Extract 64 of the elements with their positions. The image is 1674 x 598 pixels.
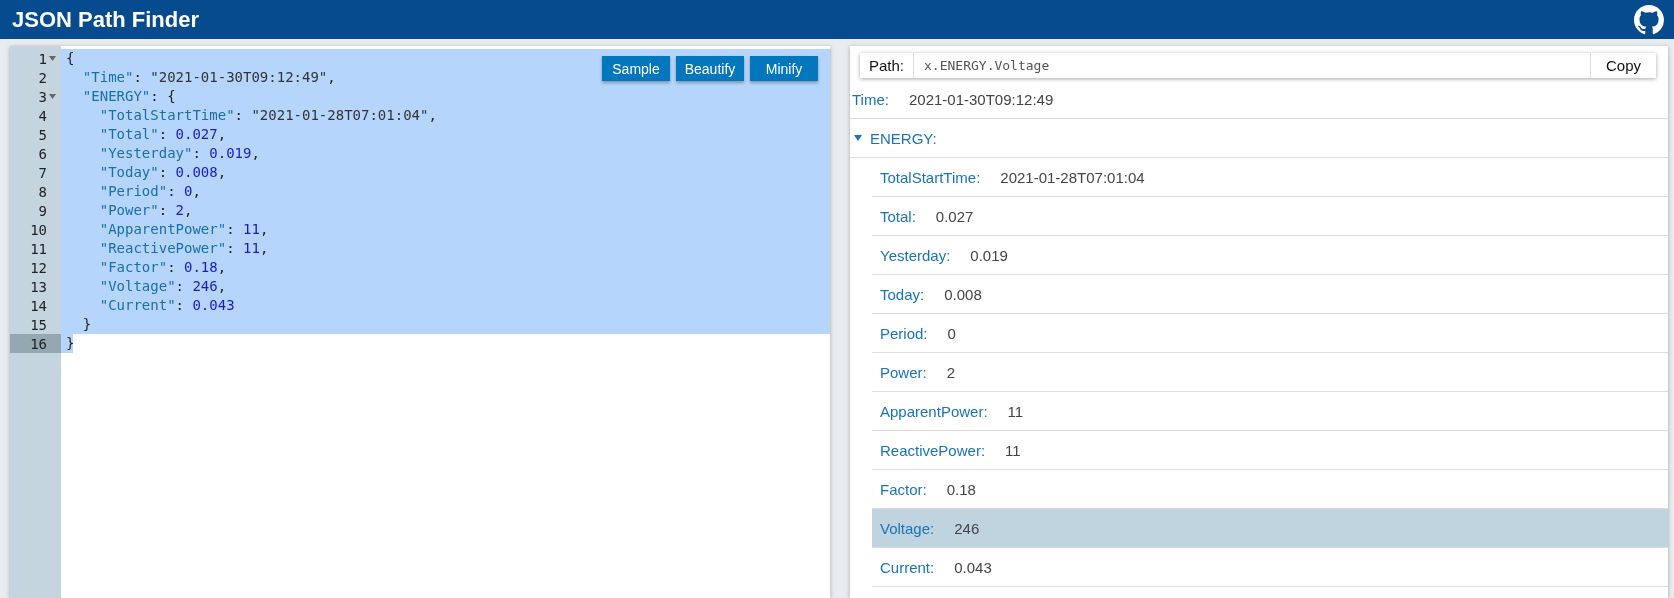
tree-key: Power: bbox=[878, 363, 927, 381]
line-number: 9 bbox=[38, 202, 47, 219]
line-number: 10 bbox=[30, 221, 47, 238]
tree-row[interactable]: ReactivePower: 11 bbox=[872, 431, 1668, 470]
line-number: 3 bbox=[38, 88, 47, 105]
line-number: 14 bbox=[30, 297, 47, 314]
line-number: 8 bbox=[38, 183, 47, 200]
tree-value: 0 bbox=[947, 324, 956, 342]
tree-value: 2021-01-30T09:12:49 bbox=[908, 90, 1054, 108]
tree-key: ReactivePower: bbox=[878, 441, 986, 459]
tree-value: 246 bbox=[954, 519, 980, 537]
tree-key: Voltage: bbox=[878, 519, 935, 537]
line-number: 11 bbox=[30, 240, 47, 257]
line-number: 1 bbox=[38, 50, 47, 67]
line-number: 12 bbox=[30, 259, 47, 276]
code-editor[interactable] bbox=[10, 46, 830, 598]
tree-row[interactable]: ApparentPower: 11 bbox=[872, 392, 1668, 431]
tree-row[interactable]: Today: 0.008 bbox=[872, 275, 1668, 314]
fold-icon[interactable] bbox=[49, 94, 56, 99]
line-number: 15 bbox=[30, 316, 47, 333]
tree-row[interactable]: ENERGY: bbox=[850, 119, 1668, 158]
tree-key: Yesterday: bbox=[878, 246, 951, 264]
tree-value: 0.027 bbox=[935, 207, 974, 225]
tree-row[interactable]: TotalStartTime: 2021-01-28T07:01:04 bbox=[872, 158, 1668, 197]
copy-button[interactable]: Copy bbox=[1590, 53, 1656, 78]
tree-key: Period: bbox=[878, 324, 928, 342]
line-number: 5 bbox=[38, 126, 47, 143]
tree-row[interactable]: Period: 0 bbox=[872, 314, 1668, 353]
tree-row[interactable]: Voltage: 246 bbox=[872, 509, 1668, 548]
tree-value: 11 bbox=[1007, 402, 1024, 420]
line-number: 2 bbox=[38, 69, 47, 86]
tree-key: Total: bbox=[878, 207, 916, 225]
tree-value: 0.043 bbox=[954, 558, 992, 576]
tree-key: Today: bbox=[878, 285, 925, 303]
github-icon[interactable] bbox=[1634, 4, 1664, 35]
tree-row[interactable]: Current: 0.043 bbox=[872, 548, 1668, 587]
app-title: JSON Path Finder bbox=[12, 6, 200, 33]
toolbar-button[interactable]: Minify bbox=[750, 56, 818, 81]
line-number: 6 bbox=[38, 145, 47, 162]
tree-key: Current: bbox=[878, 558, 935, 576]
caret-icon[interactable] bbox=[854, 135, 862, 141]
tree-row[interactable]: Time: 2021-01-30T09:12:49 bbox=[850, 80, 1668, 119]
path-field[interactable]: x.ENERGY.Voltage bbox=[914, 53, 1590, 78]
tree-row[interactable]: Yesterday: 0.019 bbox=[872, 236, 1668, 275]
line-number: 4 bbox=[38, 107, 47, 124]
tree-key: Factor: bbox=[878, 480, 927, 498]
tree-row[interactable]: Total: 0.027 bbox=[872, 197, 1668, 236]
tree-value: 0.18 bbox=[946, 480, 976, 498]
line-number: 16 bbox=[30, 335, 47, 352]
tree-value: 11 bbox=[1005, 441, 1021, 459]
tree-value: 2021-01-28T07:01:04 bbox=[1000, 168, 1145, 186]
toolbar-button[interactable]: Sample bbox=[602, 56, 670, 81]
line-number: 13 bbox=[30, 278, 47, 295]
toolbar-button[interactable]: Beautify bbox=[676, 56, 744, 81]
tree-value: 0.019 bbox=[970, 246, 1008, 264]
line-number: 7 bbox=[38, 164, 47, 181]
tree-row[interactable]: Power: 2 bbox=[872, 353, 1668, 392]
tree-key: ApparentPower: bbox=[878, 402, 988, 420]
tree-key: TotalStartTime: bbox=[878, 168, 981, 186]
tree-key: Time: bbox=[850, 90, 889, 108]
tree-value: 2 bbox=[946, 363, 956, 381]
fold-icon[interactable] bbox=[49, 56, 56, 61]
tree-value: 0.008 bbox=[944, 285, 982, 303]
tree-key: ENERGY: bbox=[868, 129, 937, 147]
